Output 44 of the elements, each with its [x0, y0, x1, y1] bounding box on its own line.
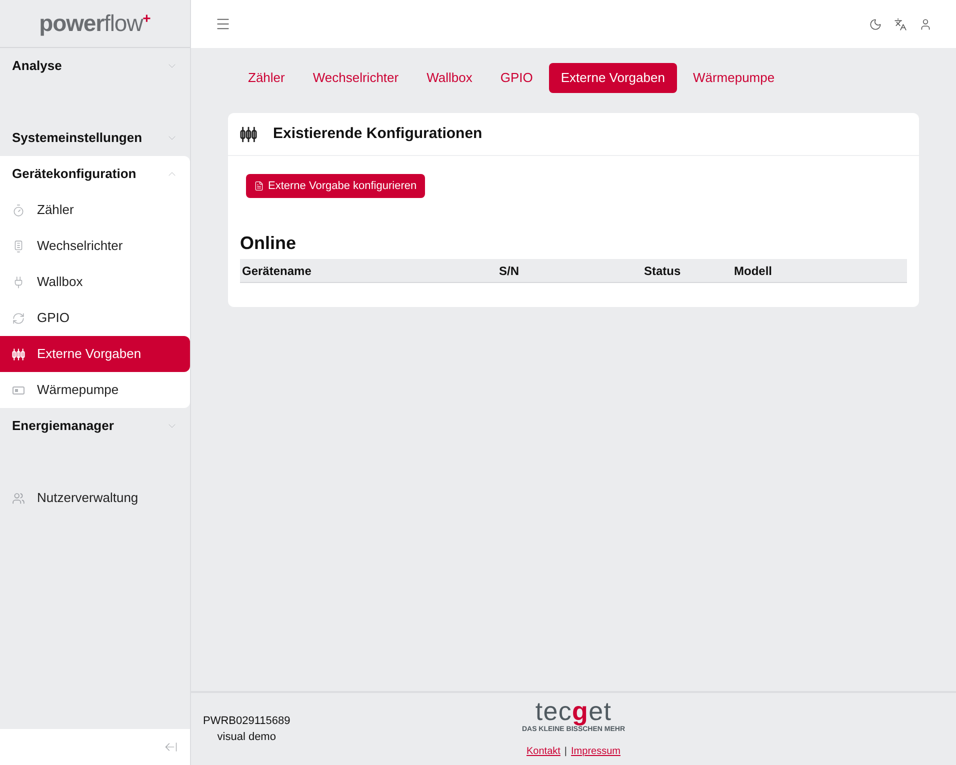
collapse-icon[interactable]	[164, 740, 178, 754]
columns-icon	[240, 126, 257, 142]
refresh-icon	[12, 312, 25, 324]
card-title: Existierende Konfigurationen	[273, 124, 482, 144]
tab[interactable]: Wallbox	[414, 63, 484, 93]
sidebar-link[interactable]: Nutzerverwaltung	[0, 480, 190, 516]
sidebar-item[interactable]: GPIO	[0, 300, 190, 336]
sidebar-section[interactable]: Gerätekonfiguration	[0, 156, 190, 192]
timer-icon	[12, 204, 25, 216]
tab[interactable]: Wärmepumpe	[680, 63, 787, 93]
imprint-link[interactable]: Impressum	[571, 744, 620, 758]
battery-icon	[12, 240, 25, 252]
tab[interactable]: Zähler	[236, 63, 297, 93]
columns-icon	[12, 348, 25, 360]
tab[interactable]: Externe Vorgaben	[548, 63, 677, 93]
tab[interactable]: Wechselrichter	[300, 63, 411, 93]
device-icon	[12, 384, 25, 396]
sidebar-item[interactable]: Zähler	[0, 192, 190, 228]
sidebar-item[interactable]: Wallbox	[0, 264, 190, 300]
sidebar-item[interactable]: Wechselrichter	[0, 228, 190, 264]
column-header: Status	[644, 262, 682, 280]
brand-logo: powerflow+	[0, 0, 190, 48]
sidebar-section[interactable]: Energiemanager	[0, 408, 190, 444]
user-icon[interactable]	[919, 18, 932, 30]
section-title: Online	[240, 232, 298, 255]
file-icon	[254, 181, 264, 191]
serial-number: PWRB029115689	[203, 714, 290, 728]
users-icon	[12, 492, 25, 504]
device-name: visual demo	[217, 730, 276, 745]
link-separator: |	[564, 744, 568, 758]
configure-button[interactable]: Externe Vorgabe konfigurieren	[246, 174, 425, 198]
sidebar-section[interactable]: Analyse	[0, 48, 190, 84]
moon-icon[interactable]	[869, 18, 882, 30]
sidebar-item[interactable]: Externe Vorgaben	[0, 336, 190, 372]
menu-icon[interactable]	[215, 16, 231, 32]
sidebar-section[interactable]: Systemeinstellungen	[0, 120, 190, 156]
plug-icon	[12, 276, 25, 288]
column-header: Modell	[734, 262, 773, 280]
column-header: S/N	[499, 262, 520, 280]
sidebar-item[interactable]: Wärmepumpe	[0, 372, 190, 408]
column-header: Gerätename	[242, 262, 312, 280]
translate-icon[interactable]	[894, 18, 907, 30]
tab[interactable]: GPIO	[488, 63, 545, 93]
contact-link[interactable]: Kontakt	[526, 744, 560, 758]
